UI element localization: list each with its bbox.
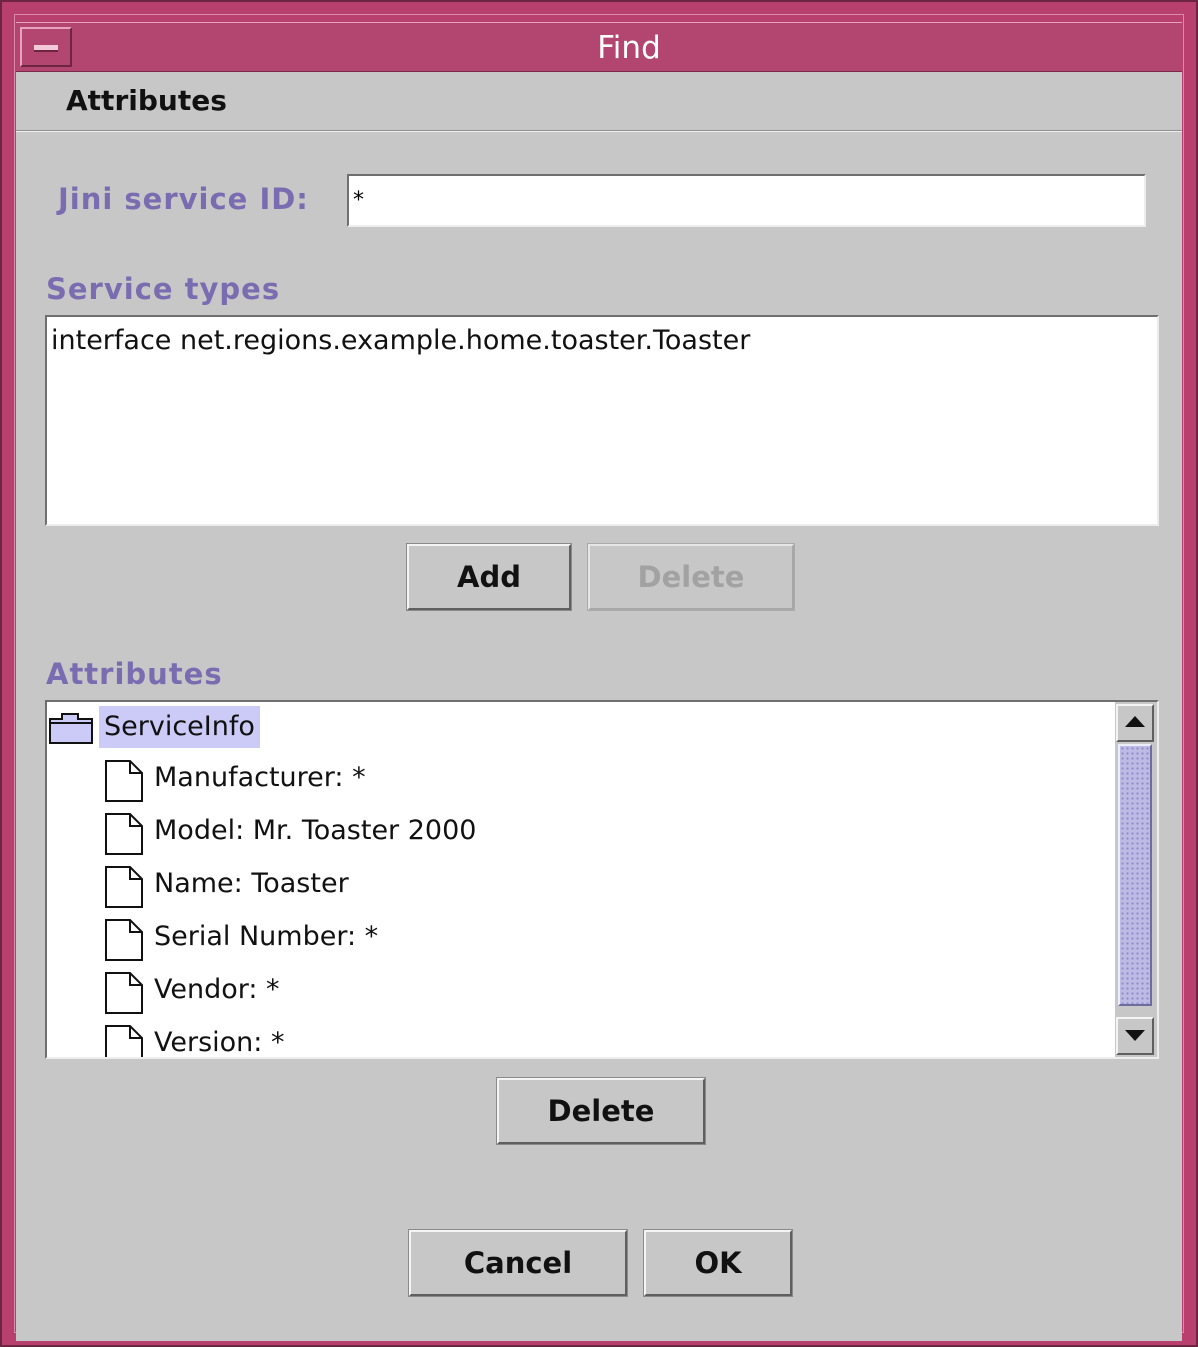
jini-service-id-input[interactable] [347,174,1146,227]
jini-service-id-label: Jini service ID: [58,182,309,216]
cancel-button[interactable]: Cancel [408,1229,628,1297]
scrollbar-thumb[interactable] [1118,744,1152,1006]
attributes-tree[interactable]: ServiceInfo Manufacturer: * Model: Mr. T… [45,700,1159,1059]
title-bar[interactable]: Find [16,22,1182,72]
tree-leaf-label[interactable]: Version: * [154,1017,284,1057]
window-title: Find [597,30,661,66]
tab-separator [16,130,1182,132]
tree-leaf-label[interactable]: Vendor: * [154,964,280,1016]
ok-button[interactable]: OK [643,1229,793,1297]
arrow-down-icon [1125,1030,1145,1041]
service-types-list[interactable]: interface net.regions.example.home.toast… [45,315,1159,526]
vertical-scrollbar[interactable] [1115,702,1157,1057]
document-icon [105,760,143,802]
tree-node-serviceinfo[interactable]: ServiceInfo [47,704,347,750]
scroll-down-button[interactable] [1116,1017,1154,1055]
tree-node-label[interactable]: ServiceInfo [99,706,260,748]
tree-leaf-label[interactable]: Serial Number: * [154,911,378,963]
window-menu-icon [34,45,58,52]
tree-leaf-label[interactable]: Manufacturer: * [154,752,366,804]
tree-leaf-label[interactable]: Name: Toaster [154,858,349,910]
document-icon [105,972,143,1014]
attributes-tree-content: ServiceInfo Manufacturer: * Model: Mr. T… [47,702,1115,1057]
service-types-label: Service types [46,272,281,306]
document-icon [105,1025,143,1057]
dialog-body: Attributes Jini service ID: Service type… [16,72,1182,1341]
delete-service-type-button[interactable]: Delete [587,543,795,611]
document-icon [105,813,143,855]
arrow-up-icon [1125,716,1145,727]
window-frame: Find Attributes Jini service ID: Service… [0,0,1198,1347]
document-icon [105,866,143,908]
window-menu-button[interactable] [20,27,72,67]
tab-attributes[interactable]: Attributes [66,84,227,117]
tree-leaf-label[interactable]: Model: Mr. Toaster 2000 [154,805,476,857]
list-item[interactable]: interface net.regions.example.home.toast… [51,325,750,356]
folder-icon [49,713,93,744]
attributes-label: Attributes [46,657,223,691]
scroll-up-button[interactable] [1116,704,1154,742]
delete-attribute-button[interactable]: Delete [496,1077,706,1145]
document-icon [105,919,143,961]
add-service-type-button[interactable]: Add [406,543,572,611]
